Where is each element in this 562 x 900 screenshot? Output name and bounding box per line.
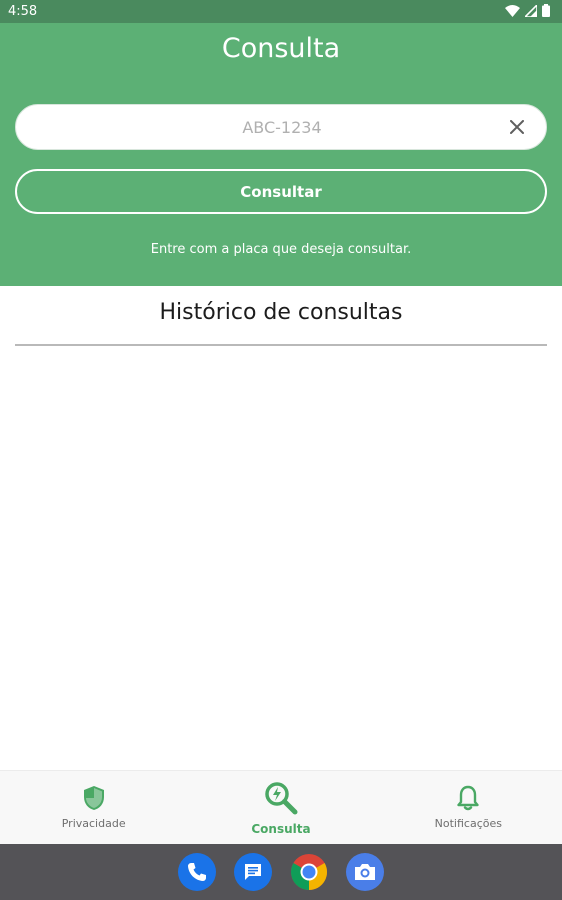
plate-search-input[interactable]: [56, 105, 508, 149]
wifi-icon: [505, 2, 520, 21]
history-title: Histórico de consultas: [159, 300, 403, 325]
nav-item-consulta[interactable]: Consulta: [187, 771, 374, 844]
search-bolt-icon: [263, 780, 299, 820]
page-title: Consulta: [221, 33, 341, 64]
phone-icon[interactable]: [178, 853, 216, 891]
chrome-icon[interactable]: [290, 853, 328, 891]
plate-search-box[interactable]: [15, 104, 547, 150]
hint-text: Entre com a placa que deseja consultar.: [150, 242, 412, 257]
close-icon[interactable]: [504, 114, 530, 140]
status-bar: 4:58: [0, 0, 562, 23]
nav-label-consulta: Consulta: [251, 821, 311, 836]
nav-item-privacidade[interactable]: Privacidade: [0, 771, 187, 844]
header: Consulta Consultar Entre com a placa que…: [0, 23, 562, 286]
nav-label-privacidade: Privacidade: [61, 817, 126, 830]
battery-icon: [542, 2, 550, 21]
bottom-nav: Privacidade Consulta Notificações: [0, 770, 562, 844]
history-list: [0, 346, 562, 770]
camera-icon[interactable]: [346, 853, 384, 891]
status-time: 4:58: [8, 4, 38, 19]
shield-icon: [83, 785, 105, 815]
system-dock: [0, 844, 562, 900]
bell-icon: [457, 785, 480, 815]
messages-icon[interactable]: [234, 853, 272, 891]
nav-item-notificacoes[interactable]: Notificações: [375, 771, 562, 844]
consult-button[interactable]: Consultar: [15, 169, 547, 214]
signal-icon: [523, 2, 538, 21]
status-icons: [505, 2, 550, 21]
nav-label-notificacoes: Notificações: [434, 817, 502, 830]
